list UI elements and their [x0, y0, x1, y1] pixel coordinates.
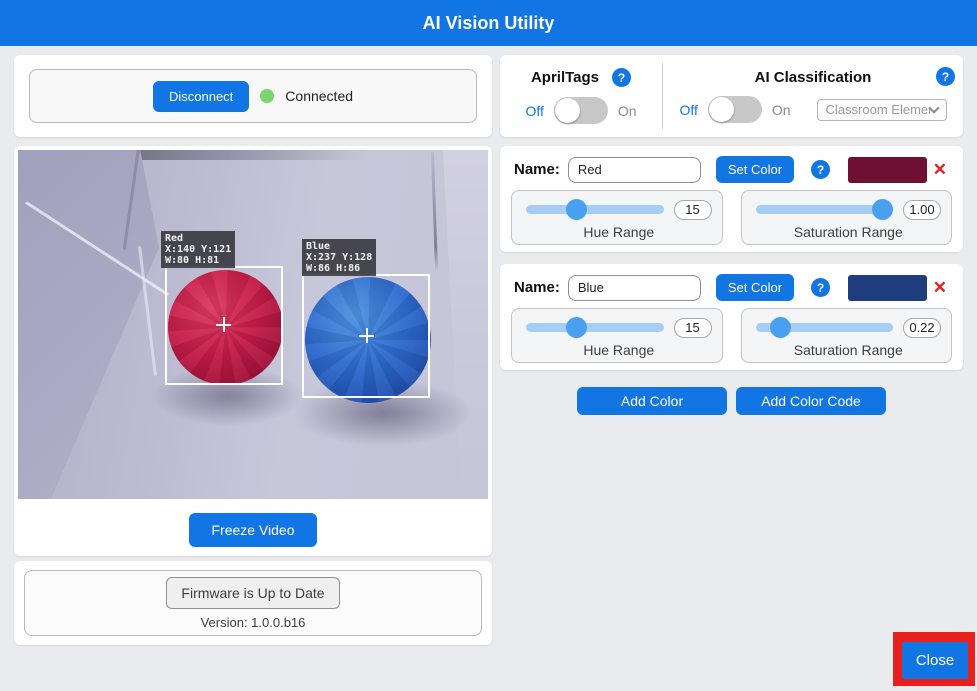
camera-video-feed: Red X:140 Y:121 W:80 H:81 Blue X:237 Y:1…	[18, 150, 488, 499]
color-help-icon[interactable]: ?	[811, 278, 830, 297]
ai-classification-section: AI Classification ? Off On Classroom Ele…	[663, 63, 963, 129]
features-card: AprilTags ? Off On AI Classification ? O…	[500, 55, 963, 137]
hue-range-box: Hue Range	[511, 308, 723, 363]
toggle-knob	[709, 97, 734, 122]
color-config-red: Name: Set Color ? ✕ Hue Range	[500, 146, 963, 252]
slider-thumb[interactable]	[770, 317, 791, 338]
saturation-range-slider[interactable]	[756, 199, 894, 220]
apriltags-toggle[interactable]	[554, 97, 608, 124]
slider-track	[526, 205, 664, 214]
set-color-button[interactable]: Set Color	[716, 156, 794, 183]
connection-panel: Disconnect Connected	[29, 69, 477, 123]
red-center-cross-icon	[216, 317, 231, 332]
ai-classification-off-label: Off	[679, 102, 697, 118]
red-detection-wh: W:80 H:81	[165, 255, 231, 266]
disconnect-button[interactable]: Disconnect	[153, 81, 249, 112]
blue-detection-wh: W:86 H:86	[306, 263, 372, 274]
connection-card: Disconnect Connected	[14, 55, 492, 137]
set-color-button[interactable]: Set Color	[716, 274, 794, 301]
color-name-input[interactable]	[568, 157, 701, 183]
color-config-blue: Name: Set Color ? ✕ Hue Range	[500, 264, 963, 370]
close-highlight-annotation: Close	[893, 632, 975, 686]
blue-detection-label: Blue X:237 Y:128 W:86 H:86	[302, 239, 376, 276]
apriltags-label: AprilTags	[531, 69, 599, 86]
title-bar: AI Vision Utility	[0, 0, 977, 46]
firmware-card: Firmware is Up to Date Version: 1.0.0.b1…	[14, 561, 492, 645]
color-swatch	[848, 275, 927, 301]
add-color-button[interactable]: Add Color	[577, 387, 727, 415]
color-help-icon[interactable]: ?	[811, 160, 830, 179]
firmware-status-button[interactable]: Firmware is Up to Date	[166, 577, 339, 609]
hue-range-label: Hue Range	[526, 342, 712, 358]
freeze-video-button[interactable]: Freeze Video	[189, 513, 316, 547]
slider-thumb[interactable]	[566, 317, 587, 338]
hue-range-value[interactable]	[674, 200, 712, 220]
red-detection-label: Red X:140 Y:121 W:80 H:81	[161, 231, 235, 268]
red-detection-xy: X:140 Y:121	[165, 244, 231, 255]
connection-status-label: Connected	[285, 88, 353, 104]
slider-thumb[interactable]	[872, 199, 893, 220]
color-name-input[interactable]	[568, 275, 701, 301]
saturation-range-value[interactable]	[903, 318, 941, 338]
saturation-range-box: Saturation Range	[741, 190, 953, 245]
chevron-down-icon	[928, 102, 939, 113]
slider-thumb[interactable]	[566, 199, 587, 220]
video-right-wall	[428, 150, 488, 499]
slider-track	[526, 323, 664, 332]
saturation-range-value[interactable]	[903, 200, 941, 220]
ai-classification-label: AI Classification	[755, 69, 872, 86]
hue-range-box: Hue Range	[511, 190, 723, 245]
apriltags-help-icon[interactable]: ?	[612, 68, 631, 87]
dropdown-selected-value: Classroom Elements	[826, 102, 930, 117]
hue-range-slider[interactable]	[526, 317, 664, 338]
ai-classification-on-label: On	[772, 102, 791, 118]
hue-range-label: Hue Range	[526, 224, 712, 240]
blue-detection-xy: X:237 Y:128	[306, 252, 372, 263]
classification-model-dropdown[interactable]: Classroom Elements	[817, 99, 947, 121]
red-detection-name: Red	[165, 233, 231, 244]
color-swatch	[848, 157, 927, 183]
camera-card: Red X:140 Y:121 W:80 H:81 Blue X:237 Y:1…	[14, 146, 492, 556]
delete-color-icon[interactable]: ✕	[933, 161, 947, 178]
saturation-range-box: Saturation Range	[741, 308, 953, 363]
apriltags-on-label: On	[618, 103, 637, 119]
delete-color-icon[interactable]: ✕	[933, 279, 947, 296]
saturation-range-label: Saturation Range	[756, 224, 942, 240]
add-color-code-button[interactable]: Add Color Code	[736, 387, 886, 415]
ai-classification-toggle[interactable]	[708, 96, 762, 123]
ai-classification-help-icon[interactable]: ?	[936, 67, 955, 86]
hue-range-value[interactable]	[674, 318, 712, 338]
saturation-range-slider[interactable]	[756, 317, 894, 338]
hue-range-slider[interactable]	[526, 199, 664, 220]
name-label: Name:	[514, 279, 560, 296]
blue-center-cross-icon	[359, 328, 374, 343]
saturation-range-label: Saturation Range	[756, 342, 942, 358]
connected-status-dot	[260, 89, 274, 103]
blue-detection-name: Blue	[306, 241, 372, 252]
video-crease	[431, 152, 438, 272]
firmware-panel: Firmware is Up to Date Version: 1.0.0.b1…	[24, 570, 482, 636]
apriltags-section: AprilTags ? Off On	[500, 63, 663, 129]
firmware-version-label: Version: 1.0.0.b16	[201, 615, 306, 630]
close-button[interactable]: Close	[902, 642, 968, 679]
toggle-knob	[555, 98, 580, 123]
page-title: AI Vision Utility	[423, 13, 555, 34]
apriltags-off-label: Off	[525, 103, 543, 119]
name-label: Name:	[514, 161, 560, 178]
